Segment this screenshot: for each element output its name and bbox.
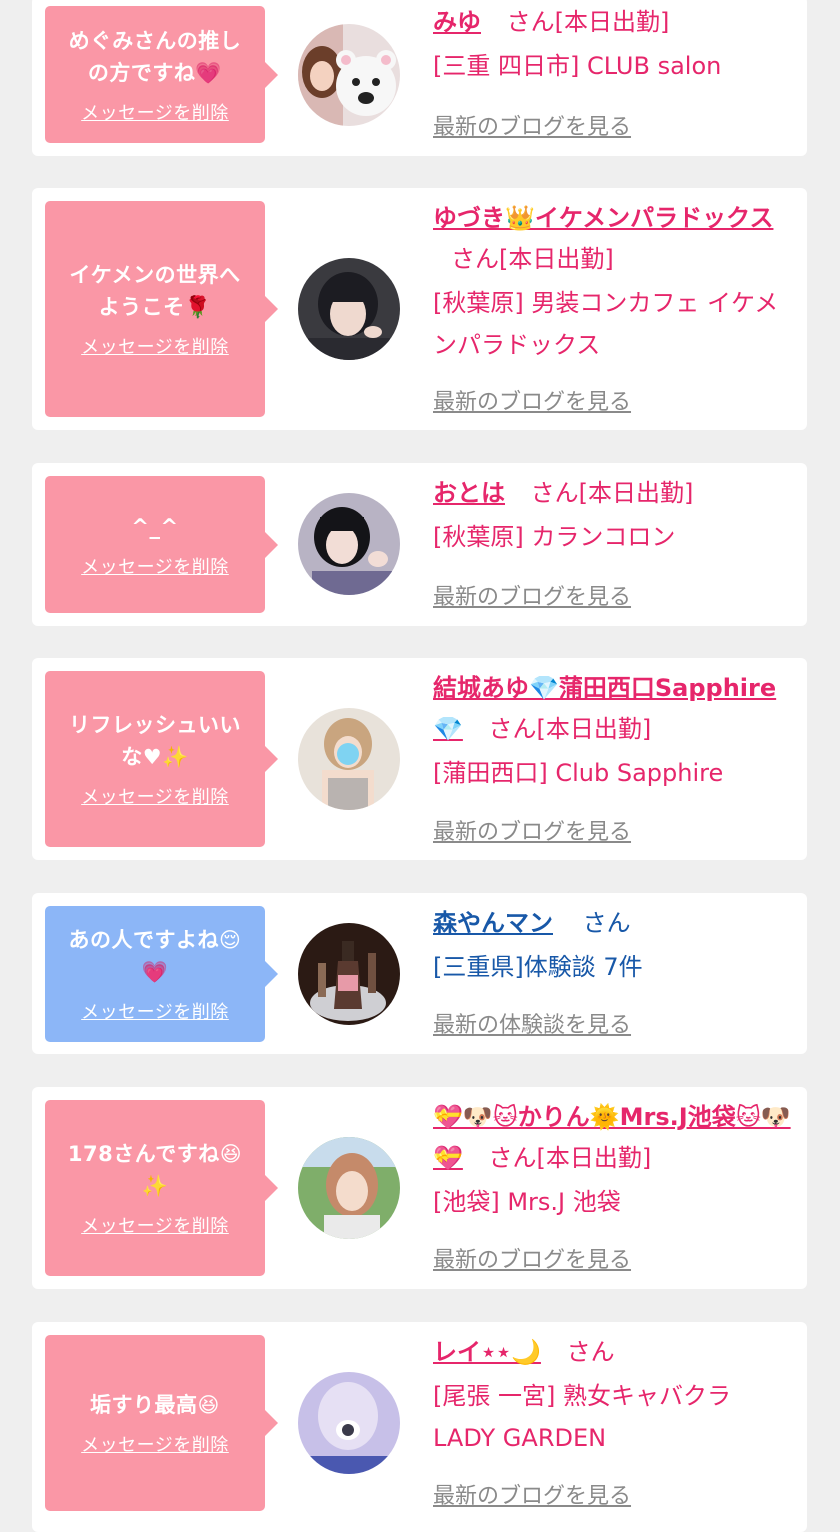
- delete-message-link[interactable]: メッセージを削除: [81, 783, 229, 809]
- blog-link[interactable]: 最新のブログを見る: [433, 579, 631, 611]
- message-bubble: 垢すり最高😆 メッセージを削除: [45, 1335, 278, 1511]
- review-count-text: [三重県]体験談 7件: [433, 953, 643, 981]
- message-line: 💗: [141, 960, 169, 984]
- message-list: めぐみさんの推し の方ですね💗 メッセージを削除 みゆ さん[本日出勤] [三重…: [0, 0, 840, 1532]
- shop-text: [池袋] Mrs.J 池袋: [433, 1188, 621, 1216]
- woman-photo-icon: [298, 708, 400, 810]
- name-line: おとは さん[本日出勤]: [433, 473, 795, 514]
- name-suffix: さん: [566, 1338, 615, 1366]
- message-line: ^_^: [131, 514, 179, 539]
- blog-link[interactable]: 最新のブログを見る: [433, 1242, 631, 1274]
- avatar[interactable]: [298, 708, 400, 810]
- name-line: ゆづき👑イケメンパラドックス さん[本日出勤]: [433, 198, 778, 280]
- cast-name-link[interactable]: おとは: [433, 479, 505, 507]
- girl-photo-icon: [298, 493, 400, 595]
- name-line: 💝🐶🐱かりん🌞Mrs.J池袋🐱🐶💝 さん[本日出勤]: [433, 1097, 798, 1179]
- message-line: あの人ですよね😌: [68, 928, 242, 952]
- message-bubble: あの人ですよね😌 💗 メッセージを削除: [45, 906, 278, 1042]
- cast-name-link[interactable]: ゆづき👑イケメンパラドックス: [433, 204, 773, 232]
- user-name-link[interactable]: 森やんマン: [433, 909, 553, 937]
- name-suffix: さん[本日出勤]: [488, 715, 652, 743]
- name-suffix: さん: [582, 909, 631, 937]
- list-item: あの人ですよね😌 💗 メッセージを削除 森やんマン さん [三重県]体験談 7件: [32, 893, 807, 1054]
- message-line: な♥✨: [121, 745, 189, 769]
- cast-info: レイ⋆⋆🌙 さん [尾張 一宮] 熟女キャバクラ LADY GARDEN: [433, 1332, 795, 1459]
- blog-link[interactable]: 最新のブログを見る: [433, 814, 631, 846]
- shop-text: [尾張 一宮] 熟女キャバクラ LADY GARDEN: [433, 1382, 731, 1452]
- message-bubble: リフレッシュいい な♥✨ メッセージを削除: [45, 671, 278, 847]
- message-bubble: めぐみさんの推し の方ですね💗 メッセージを削除: [45, 6, 278, 143]
- message-bubble: ^_^ メッセージを削除: [45, 476, 278, 613]
- name-suffix: さん[本日出勤]: [451, 245, 614, 273]
- cast-name-link[interactable]: レイ⋆⋆🌙: [433, 1338, 541, 1366]
- blog-link[interactable]: 最新のブログを見る: [433, 109, 631, 141]
- cast-info: ゆづき👑イケメンパラドックス さん[本日出勤] [秋葉原] 男装コンカフェ イケ…: [433, 198, 795, 366]
- shop-text: [三重 四日市] CLUB salon: [433, 52, 722, 80]
- message-text: イケメンの世界へ ようこそ🌹: [69, 259, 240, 323]
- message-line: ようこそ🌹: [98, 295, 212, 319]
- delete-message-link[interactable]: メッセージを削除: [81, 99, 229, 125]
- blog-link[interactable]: 最新のブログを見る: [433, 384, 631, 416]
- name-suffix: さん[本日出勤]: [488, 1144, 652, 1172]
- cast-info: みゆ さん[本日出勤] [三重 四日市] CLUB salon: [433, 2, 795, 87]
- message-text: あの人ですよね😌 💗: [69, 924, 242, 988]
- cast-info: おとは さん[本日出勤] [秋葉原] カランコロン: [433, 473, 795, 558]
- message-text: 垢すり最高😆: [90, 1389, 220, 1421]
- cast-name-link[interactable]: みゆ: [433, 8, 481, 36]
- message-line: めぐみさんの推し: [68, 28, 242, 53]
- message-text: めぐみさんの推し の方ですね💗: [69, 25, 242, 89]
- message-line: 垢すり最高😆: [90, 1393, 220, 1417]
- message-line: ✨: [141, 1174, 169, 1198]
- delete-message-link[interactable]: メッセージを削除: [81, 333, 229, 359]
- avatar[interactable]: [298, 258, 400, 360]
- name-line: レイ⋆⋆🌙 さん: [433, 1332, 795, 1373]
- blog-link[interactable]: 最新のブログを見る: [433, 1478, 631, 1510]
- avatar[interactable]: [298, 1372, 400, 1474]
- woman-outdoors-photo-icon: [298, 1137, 400, 1239]
- list-item: イケメンの世界へ ようこそ🌹 メッセージを削除 ゆづき👑イケメンパラドックス さ…: [32, 188, 807, 430]
- woman-and-bear-photo-icon: [298, 24, 400, 126]
- shop-text: [蒲田西口] Club Sapphire: [433, 759, 724, 787]
- avatar[interactable]: [298, 1137, 400, 1239]
- message-line: の方ですね💗: [87, 60, 223, 85]
- name-line: 森やんマン さん: [433, 903, 795, 944]
- avatar[interactable]: [298, 493, 400, 595]
- list-item: リフレッシュいい な♥✨ メッセージを削除 結城あゆ💎蒲田西口Sapphire💎…: [32, 658, 807, 860]
- message-text: ^_^: [131, 511, 178, 543]
- name-line: みゆ さん[本日出勤]: [433, 2, 795, 43]
- message-text: 178さんですね😆 ✨: [68, 1138, 242, 1202]
- review-link[interactable]: 最新の体験談を見る: [433, 1007, 631, 1039]
- list-item: 垢すり最高😆 メッセージを削除 レイ⋆⋆🌙 さん [尾張 一宮] 熟女キャバクラ…: [32, 1322, 807, 1532]
- name-suffix: さん[本日出勤]: [506, 8, 670, 36]
- blurred-woman-photo-icon: [298, 1372, 400, 1474]
- list-item: 178さんですね😆 ✨ メッセージを削除 💝🐶🐱かりん🌞Mrs.J池袋🐱🐶💝 さ…: [32, 1087, 807, 1289]
- message-line: イケメンの世界へ: [69, 263, 241, 287]
- list-item: めぐみさんの推し の方ですね💗 メッセージを削除 みゆ さん[本日出勤] [三重…: [32, 0, 807, 156]
- name-line: 結城あゆ💎蒲田西口Sapphire💎 さん[本日出勤]: [433, 668, 783, 750]
- message-line: リフレッシュいい: [69, 713, 241, 737]
- avatar[interactable]: [298, 24, 400, 126]
- message-bubble: 178さんですね😆 ✨ メッセージを削除: [45, 1100, 278, 1276]
- avatar[interactable]: [298, 923, 400, 1025]
- list-item: ^_^ メッセージを削除 おとは さん[本日出勤] [秋葉原] カランコロン 最…: [32, 463, 807, 626]
- delete-message-link[interactable]: メッセージを削除: [81, 553, 229, 579]
- name-suffix: さん[本日出勤]: [530, 479, 694, 507]
- user-info: 森やんマン さん [三重県]体験談 7件: [433, 903, 795, 988]
- delete-message-link[interactable]: メッセージを削除: [81, 998, 229, 1024]
- message-text: リフレッシュいい な♥✨: [69, 709, 241, 773]
- delete-message-link[interactable]: メッセージを削除: [81, 1212, 229, 1238]
- delete-message-link[interactable]: メッセージを削除: [81, 1431, 229, 1457]
- champagne-photo-icon: [298, 923, 400, 1025]
- shop-text: [秋葉原] 男装コンカフェ イケメンパラドックス: [433, 289, 779, 359]
- message-line: 178さんですね😆: [67, 1142, 243, 1166]
- cast-info: 💝🐶🐱かりん🌞Mrs.J池袋🐱🐶💝 さん[本日出勤] [池袋] Mrs.J 池袋: [433, 1097, 795, 1223]
- message-bubble: イケメンの世界へ ようこそ🌹 メッセージを削除: [45, 201, 278, 417]
- cast-info: 結城あゆ💎蒲田西口Sapphire💎 さん[本日出勤] [蒲田西口] Club …: [433, 668, 795, 794]
- short-hair-person-photo-icon: [298, 258, 400, 360]
- shop-text: [秋葉原] カランコロン: [433, 523, 676, 551]
